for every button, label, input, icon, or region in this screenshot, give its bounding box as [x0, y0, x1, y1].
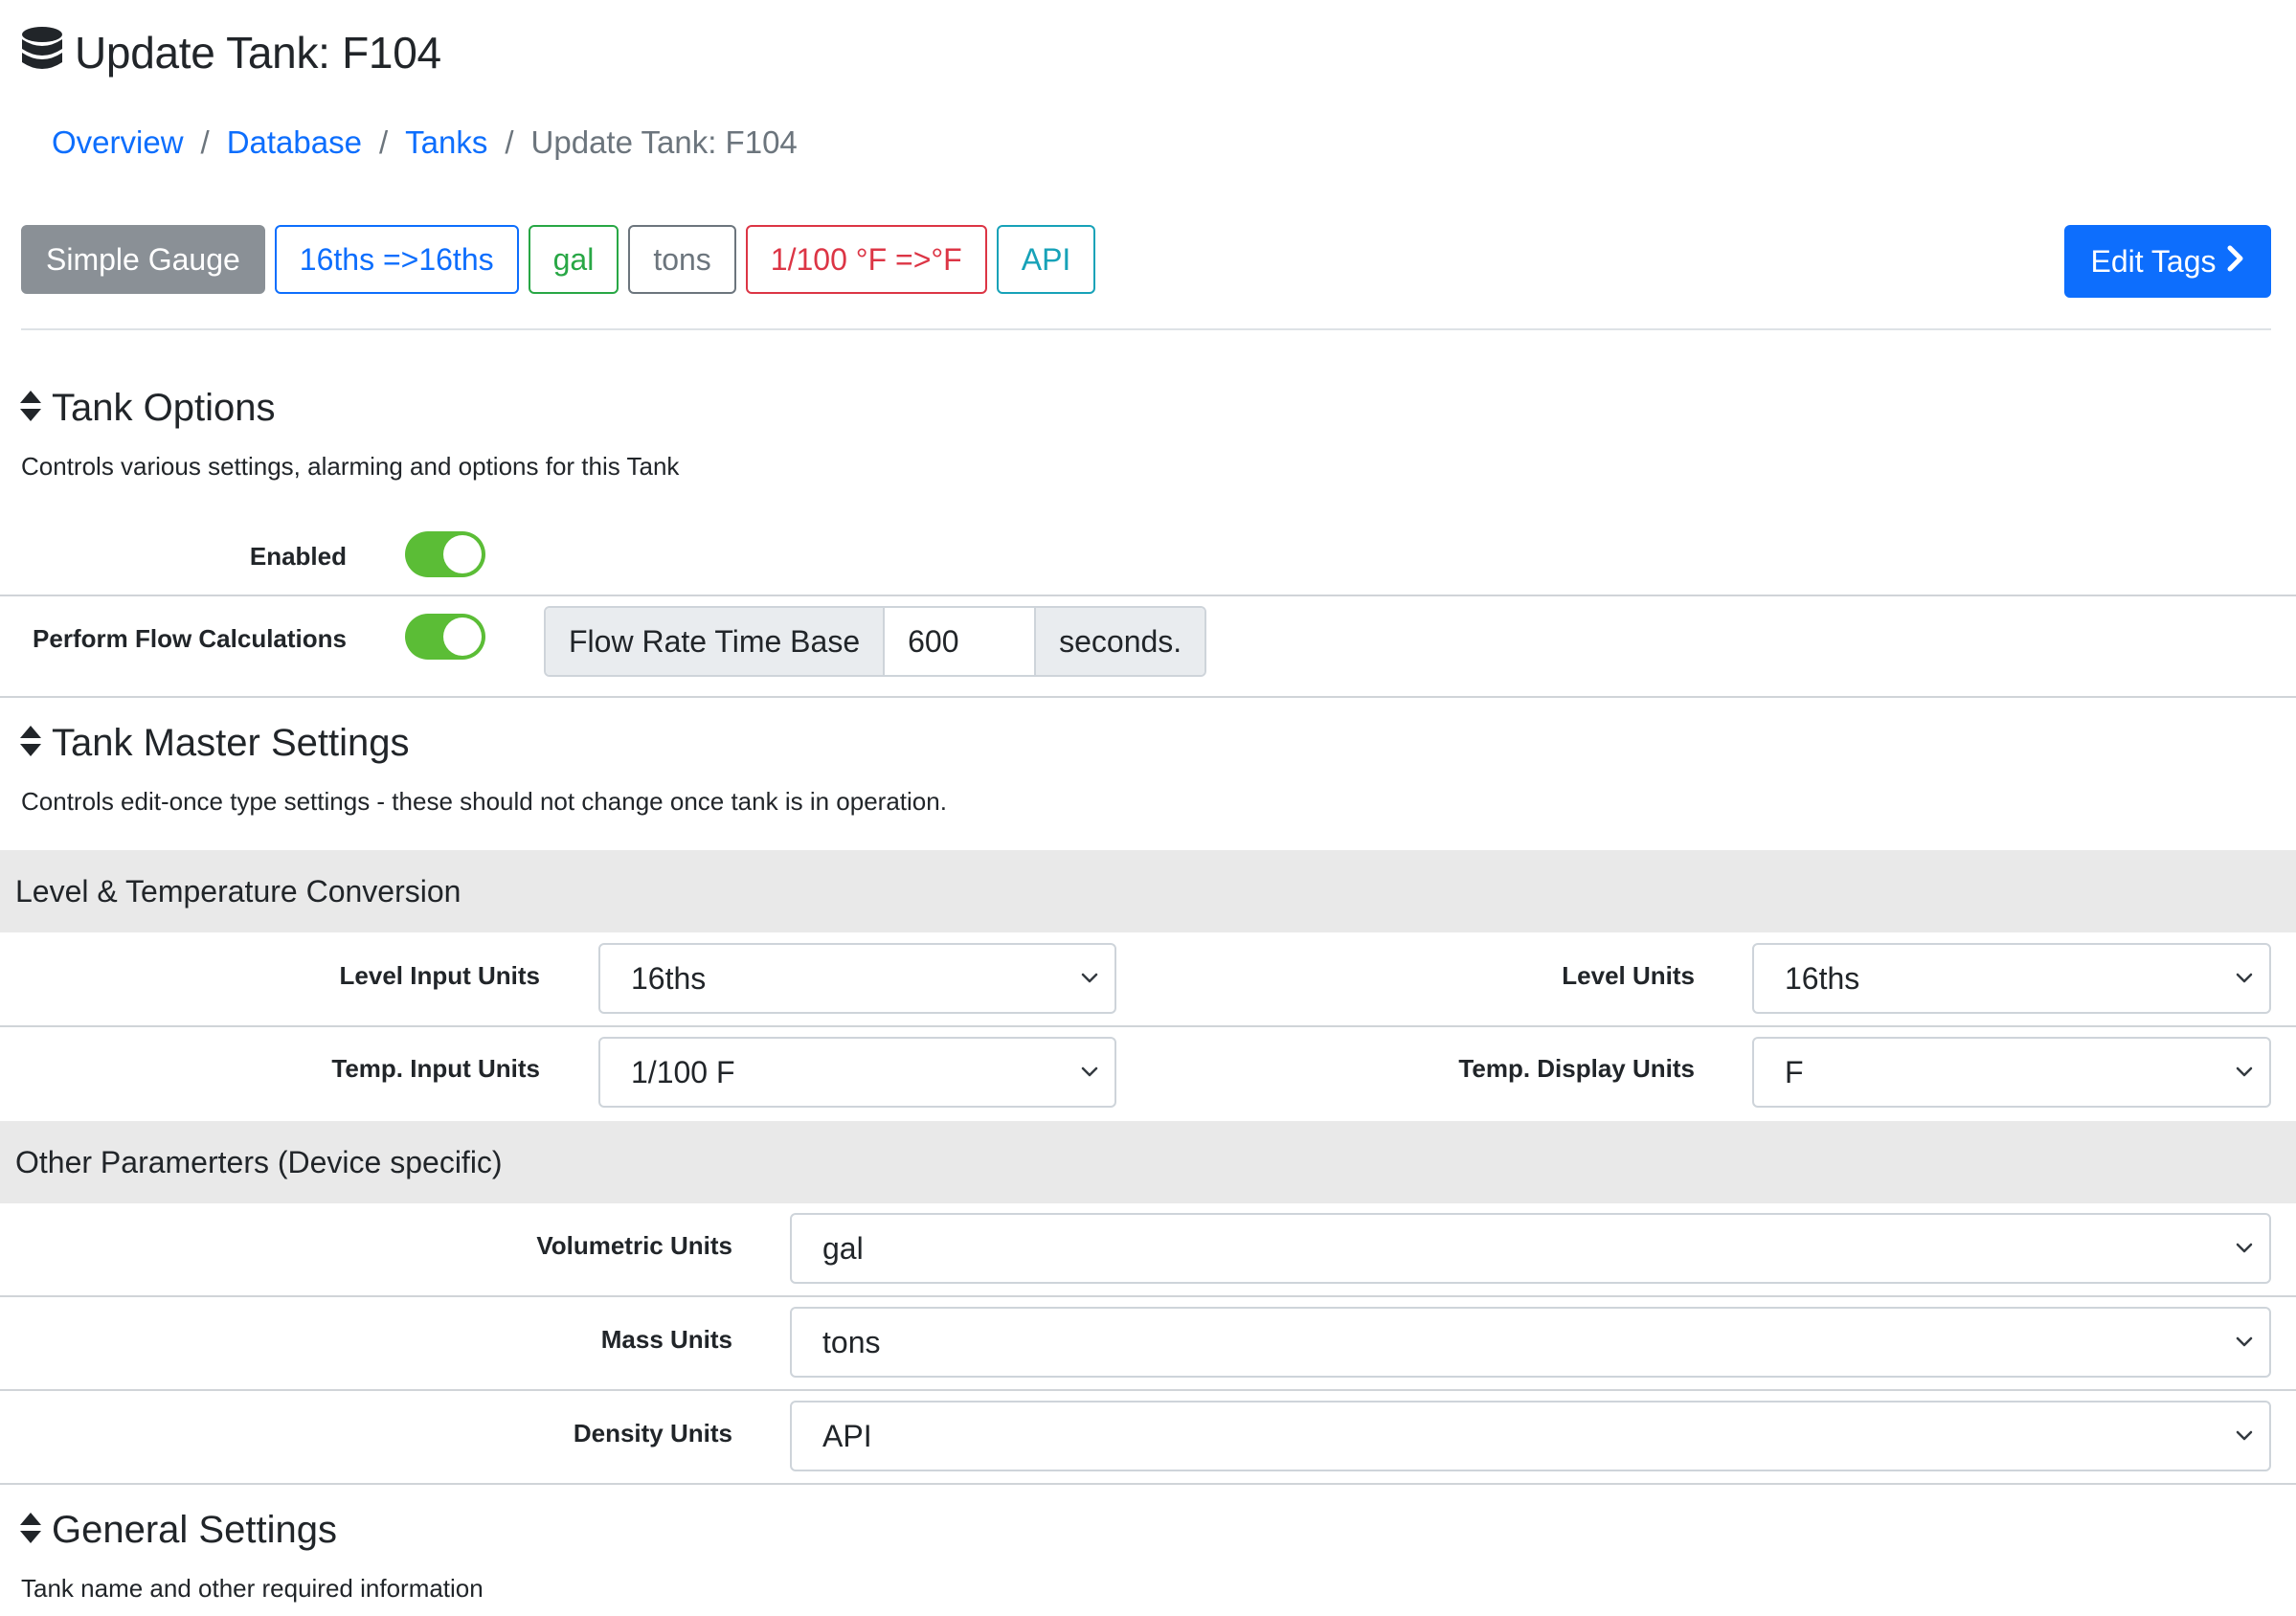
row-divider	[0, 696, 2296, 698]
level-input-units-select[interactable]: 16ths	[598, 943, 1116, 1014]
temp-input-units-select[interactable]: 1/100 F	[598, 1037, 1116, 1108]
flow-rate-time-base-input[interactable]: 600	[883, 608, 1037, 675]
volumetric-units-label: Volumetric Units	[536, 1231, 732, 1260]
section-tank-options-header[interactable]: Tank Options	[19, 387, 275, 430]
chevron-down-icon	[2233, 1331, 2256, 1354]
tag-list: Simple Gauge 16ths =>16ths gal tons 1/10…	[21, 225, 1096, 294]
section-title: Tank Master Settings	[52, 722, 410, 764]
breadcrumb-separator: /	[378, 124, 389, 160]
level-input-units-label: Level Input Units	[339, 961, 540, 990]
density-units-label: Density Units	[573, 1419, 732, 1448]
select-value: F	[1785, 1054, 1804, 1089]
temp-display-units-label: Temp. Display Units	[1458, 1054, 1695, 1083]
breadcrumb-separator: /	[200, 124, 210, 160]
toggle-knob	[443, 617, 482, 656]
mass-units-label: Mass Units	[600, 1325, 732, 1354]
breadcrumb: Overview / Database / Tanks / Update Tan…	[52, 124, 798, 161]
edit-tags-button[interactable]: Edit Tags	[2064, 225, 2271, 298]
sort-icon	[19, 724, 42, 763]
volumetric-units-select[interactable]: gal	[790, 1213, 2271, 1284]
chevron-down-icon	[2233, 1425, 2256, 1448]
row-divider	[0, 1025, 2296, 1027]
level-temp-subheader: Level & Temperature Conversion	[0, 850, 2296, 932]
update-tank-page: Update Tank: F104 Overview / Database / …	[0, 0, 2296, 1616]
divider	[21, 328, 2271, 330]
row-divider	[0, 1483, 2296, 1485]
breadcrumb-current: Update Tank: F104	[530, 124, 798, 160]
tag-temp-units: 1/100 °F =>°F	[745, 225, 987, 294]
flow-calc-toggle[interactable]	[405, 614, 485, 660]
sort-icon	[19, 1511, 42, 1550]
section-description: Tank name and other required information	[21, 1574, 484, 1603]
other-parameters-subheader: Other Paramerters (Device specific)	[0, 1121, 2296, 1203]
select-value: 16ths	[631, 960, 707, 996]
select-value: API	[822, 1418, 872, 1453]
database-icon	[21, 26, 63, 80]
section-title: General Settings	[52, 1509, 337, 1551]
mass-units-select[interactable]: tons	[790, 1307, 2271, 1378]
select-value: tons	[822, 1324, 881, 1359]
temp-display-units-select[interactable]: F	[1752, 1037, 2271, 1108]
breadcrumb-tanks[interactable]: Tanks	[405, 124, 487, 161]
breadcrumb-separator: /	[505, 124, 514, 160]
chevron-down-icon	[2233, 1061, 2256, 1084]
select-value: gal	[822, 1230, 864, 1266]
flow-rate-input-group: Flow Rate Time Base 600 seconds.	[544, 606, 1207, 677]
edit-tags-label: Edit Tags	[2090, 243, 2217, 279]
breadcrumb-overview[interactable]: Overview	[52, 124, 184, 161]
section-description: Controls various settings, alarming and …	[21, 452, 680, 481]
section-tank-master-header[interactable]: Tank Master Settings	[19, 722, 410, 765]
tag-volumetric-units: gal	[528, 225, 619, 294]
enabled-toggle[interactable]	[405, 531, 485, 577]
select-value: 1/100 F	[631, 1054, 735, 1089]
chevron-right-icon	[2226, 244, 2245, 280]
select-value: 16ths	[1785, 960, 1860, 996]
chevron-down-icon	[1078, 967, 1101, 990]
tag-density-units: API	[996, 225, 1096, 294]
section-description: Controls edit-once type settings - these…	[21, 787, 947, 816]
toggle-knob	[443, 535, 482, 573]
row-divider	[0, 1389, 2296, 1391]
tag-level-units: 16ths =>16ths	[274, 225, 519, 294]
tag-mass-units: tons	[628, 225, 736, 294]
level-units-label: Level Units	[1562, 961, 1695, 990]
density-units-select[interactable]: API	[790, 1401, 2271, 1471]
chevron-down-icon	[2233, 967, 2256, 990]
level-units-select[interactable]: 16ths	[1752, 943, 2271, 1014]
page-title: Update Tank: F104	[21, 23, 441, 82]
row-divider	[0, 1295, 2296, 1297]
section-title: Tank Options	[52, 387, 276, 429]
page-title-text: Update Tank: F104	[75, 28, 441, 78]
flow-rate-prefix: Flow Rate Time Base	[546, 608, 884, 675]
flow-calc-label: Perform Flow Calculations	[33, 624, 347, 653]
subheader-title: Level & Temperature Conversion	[15, 873, 461, 909]
sort-icon	[19, 389, 42, 428]
tag-gauge-type: Simple Gauge	[21, 225, 265, 294]
section-general-header[interactable]: General Settings	[19, 1509, 337, 1552]
subheader-title: Other Paramerters (Device specific)	[15, 1144, 503, 1179]
chevron-down-icon	[1078, 1061, 1101, 1084]
row-divider	[0, 595, 2296, 596]
temp-input-units-label: Temp. Input Units	[331, 1054, 540, 1083]
chevron-down-icon	[2233, 1237, 2256, 1260]
flow-rate-suffix: seconds.	[1036, 608, 1205, 675]
breadcrumb-database[interactable]: Database	[227, 124, 362, 161]
enabled-label: Enabled	[249, 542, 347, 571]
